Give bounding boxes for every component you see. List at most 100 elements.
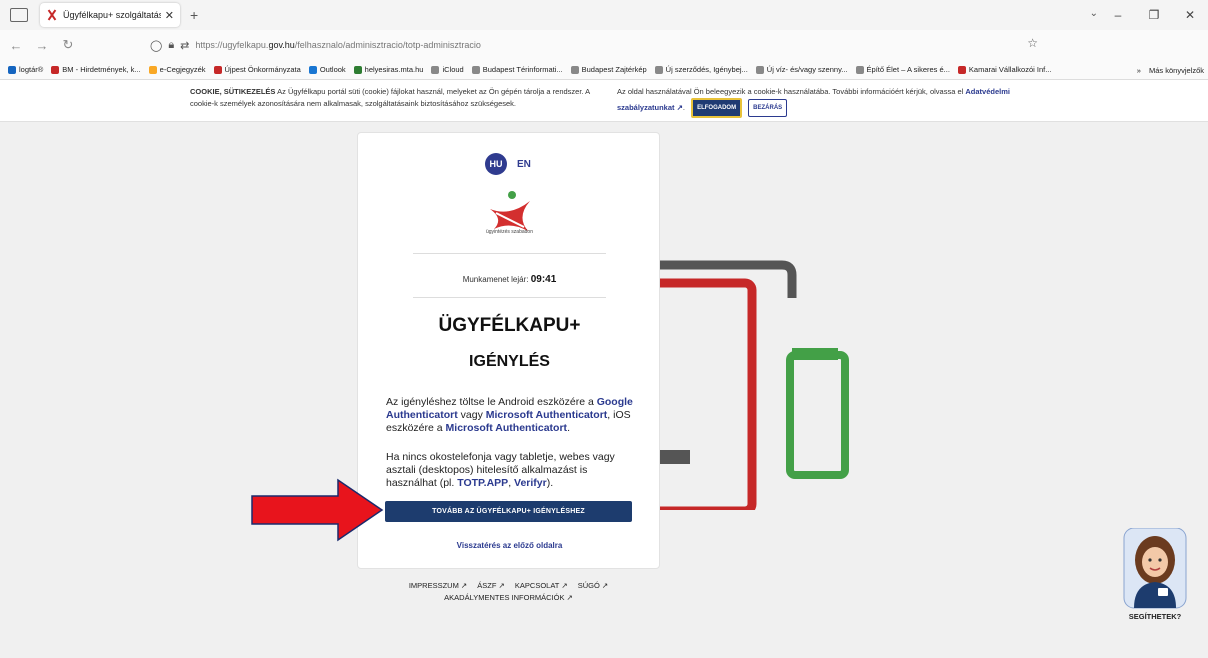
microsoft-authenticator-ios-link[interactable]: Microsoft Authenticatort — [446, 422, 568, 434]
bookmark-favicon-icon — [471, 65, 480, 74]
cookie-consent-text: Az oldal használatával Ön beleegyezik a … — [617, 87, 966, 96]
tab-title: Ügyfélkapu+ szolgáltatás igény — [63, 10, 161, 20]
new-tab-button[interactable]: + — [190, 7, 198, 23]
lang-en-button[interactable]: EN — [517, 159, 531, 170]
bookmark-label: Outlook — [319, 65, 346, 74]
bookmark-favicon-icon — [755, 65, 764, 74]
divider — [413, 253, 606, 254]
bookmark-label: BM - Hirdetmények, k... — [62, 65, 141, 74]
bookmark-favicon-icon — [213, 65, 222, 74]
bookmark-item[interactable]: Kamarai Vállalkozói Inf... — [957, 65, 1052, 74]
cookie-banner: COOKIE, SÜTIKEZELÉS Az Ügyfélkapu portál… — [0, 80, 1208, 122]
text: ). — [546, 477, 554, 489]
shield-icon[interactable]: ◯ — [150, 39, 162, 52]
bookmark-favicon-icon — [51, 65, 60, 74]
bookmark-label: iCloud — [442, 65, 464, 74]
accessibility-info-link[interactable]: AKADÁLYMENTES INFORMÁCIÓK ↗ — [444, 593, 573, 602]
window-controls: – ❐ ✕ — [1100, 0, 1208, 30]
totp-app-link[interactable]: TOTP.APP — [457, 477, 508, 489]
bookmark-item[interactable]: Új víz- és/vagy szenny... — [755, 65, 848, 74]
bookmark-favicon-icon — [353, 65, 362, 74]
lock-icon[interactable]: 🔒︎ — [168, 39, 174, 52]
aszf-link[interactable]: ÁSZF ↗ — [477, 581, 505, 590]
page-title: ÜGYFÉLKAPU+ — [438, 315, 581, 336]
window-close-icon[interactable]: ✕ — [1172, 8, 1208, 22]
tab-list-icon[interactable] — [10, 8, 28, 22]
bookmark-label: e-Cegjegyzék — [159, 65, 206, 74]
bookmark-favicon-icon — [570, 65, 579, 74]
logo-tagline: ügyintézés szabadon — [486, 229, 533, 235]
text: vagy — [457, 409, 486, 421]
bookmark-label: logtár® — [19, 65, 44, 74]
browser-tab[interactable]: Ügyfélkapu+ szolgáltatás igény ✕ — [40, 3, 180, 27]
tab-overflow-chevron-icon[interactable]: ⌄ — [1090, 8, 1098, 19]
bookmark-item[interactable]: Budapest Zajtérkép — [570, 65, 647, 74]
forward-icon[interactable]: → — [32, 38, 52, 53]
red-arrow-annotation — [251, 478, 384, 542]
other-bookmarks-folder[interactable]: Más könyvjelzők — [1149, 66, 1204, 75]
bookmark-item[interactable]: Építő Élet – A sikeres é... — [855, 65, 950, 74]
bookmark-favicon-icon — [8, 65, 16, 74]
tab-close-icon[interactable]: ✕ — [165, 9, 174, 22]
restore-icon[interactable]: ❐ — [1136, 8, 1172, 22]
bookmark-item[interactable]: Outlook — [308, 65, 346, 74]
bookmark-label: Új víz- és/vagy szenny... — [766, 65, 848, 74]
alternative-paragraph: Ha nincs okostelefonja vagy tabletje, we… — [386, 451, 636, 490]
cookie-close-button[interactable]: BEZÁRÁS — [748, 99, 788, 117]
bookmark-item[interactable]: BM - Hirdetmények, k... — [51, 65, 141, 74]
bookmark-item[interactable]: helyesiras.mta.hu — [353, 65, 424, 74]
bookmark-item[interactable]: e-Cegjegyzék — [148, 65, 206, 74]
bookmark-label: Budapest Térinformati... — [482, 65, 563, 74]
url-bar[interactable]: ◯ 🔒︎ ⇄ https://ugyfelkapu.gov.hu/felhasz… — [150, 34, 1050, 56]
cookie-accept-button[interactable]: ELFOGADOM — [691, 98, 743, 118]
bookmark-item[interactable]: Budapest Térinformati... — [471, 65, 563, 74]
bookmark-label: helyesiras.mta.hu — [364, 65, 424, 74]
cookie-heading: COOKIE, SÜTIKEZELÉS — [190, 87, 276, 96]
help-label[interactable]: SEGÍTHETEK? — [1110, 612, 1200, 621]
bookmark-label: Budapest Zajtérkép — [581, 65, 647, 74]
bookmark-favicon-icon — [855, 65, 864, 74]
permissions-icon[interactable]: ⇄ — [180, 39, 189, 52]
text: . — [567, 422, 570, 434]
verifyr-link[interactable]: Verifyr — [514, 477, 547, 489]
url-text: https://ugyfelkapu.gov.hu/felhasznalo/ad… — [195, 40, 481, 50]
bookmarks-more-icon[interactable]: » — [1137, 66, 1141, 75]
impresszum-link[interactable]: IMPRESSZUM ↗ — [409, 581, 467, 590]
browser-tab-bar: Ügyfélkapu+ szolgáltatás igény ✕ + ⌄ – ❐… — [0, 0, 1208, 30]
microsoft-authenticator-link[interactable]: Microsoft Authenticatort — [486, 409, 608, 421]
bookmark-label: Kamarai Vállalkozói Inf... — [968, 65, 1052, 74]
continue-registration-button[interactable]: TOVÁBB AZ ÜGYFÉLKAPU+ IGÉNYLÉSHEZ — [385, 501, 632, 522]
language-switcher: HU EN — [485, 153, 531, 175]
footer-links: IMPRESSZUM ↗ ÁSZF ↗ KAPCSOLAT ↗ SÚGÓ ↗ A… — [357, 580, 660, 604]
bookmark-label: Új szerződés, Igénybej... — [665, 65, 748, 74]
lang-hu-button[interactable]: HU — [485, 153, 507, 175]
minimize-icon[interactable]: – — [1100, 8, 1136, 22]
bookmark-item[interactable]: logtár® — [8, 65, 43, 74]
session-timer: Munkamenet lejár: 09:41 — [358, 274, 661, 285]
cookie-text-right: Az oldal használatával Ön beleegyezik a … — [617, 86, 1037, 118]
session-label: Munkamenet lejár: — [462, 275, 531, 284]
reload-icon[interactable]: ↻ — [58, 37, 78, 53]
kapcsolat-link[interactable]: KAPCSOLAT ↗ — [515, 581, 568, 590]
cookie-text-left: COOKIE, SÜTIKEZELÉS Az Ügyfélkapu portál… — [190, 86, 590, 110]
instructions-paragraph: Az igényléshez töltse le Android eszközé… — [386, 396, 636, 435]
bookmarks-overflow: » Más könyvjelzők — [1137, 60, 1204, 79]
bookmark-star-icon[interactable]: ☆ — [1027, 36, 1038, 50]
text: Az igényléshez töltse le Android eszközé… — [386, 396, 597, 408]
bookmark-item[interactable]: iCloud — [431, 65, 464, 74]
bookmark-label: Építő Élet – A sikeres é... — [866, 65, 950, 74]
bookmark-favicon-icon — [654, 65, 663, 74]
bookmarks-bar: logtár® BM - Hirdetmények, k... e-Cegjegyz… — [0, 60, 1208, 80]
divider — [413, 297, 606, 298]
sugo-link[interactable]: SÚGÓ ↗ — [578, 581, 608, 590]
bookmark-favicon-icon — [148, 65, 157, 74]
bookmark-favicon-icon — [431, 65, 440, 74]
site-favicon-icon — [46, 9, 58, 21]
bookmark-item[interactable]: Új szerződés, Igénybej... — [654, 65, 748, 74]
session-time: 09:41 — [530, 274, 557, 285]
page-subtitle: IGÉNYLÉS — [469, 353, 550, 370]
back-link[interactable]: Visszatérés az előző oldalra — [358, 541, 661, 550]
bookmark-label: Újpest Önkormányzata — [224, 65, 301, 74]
bookmark-item[interactable]: Újpest Önkormányzata — [213, 65, 301, 74]
back-icon[interactable]: ← — [6, 38, 26, 53]
